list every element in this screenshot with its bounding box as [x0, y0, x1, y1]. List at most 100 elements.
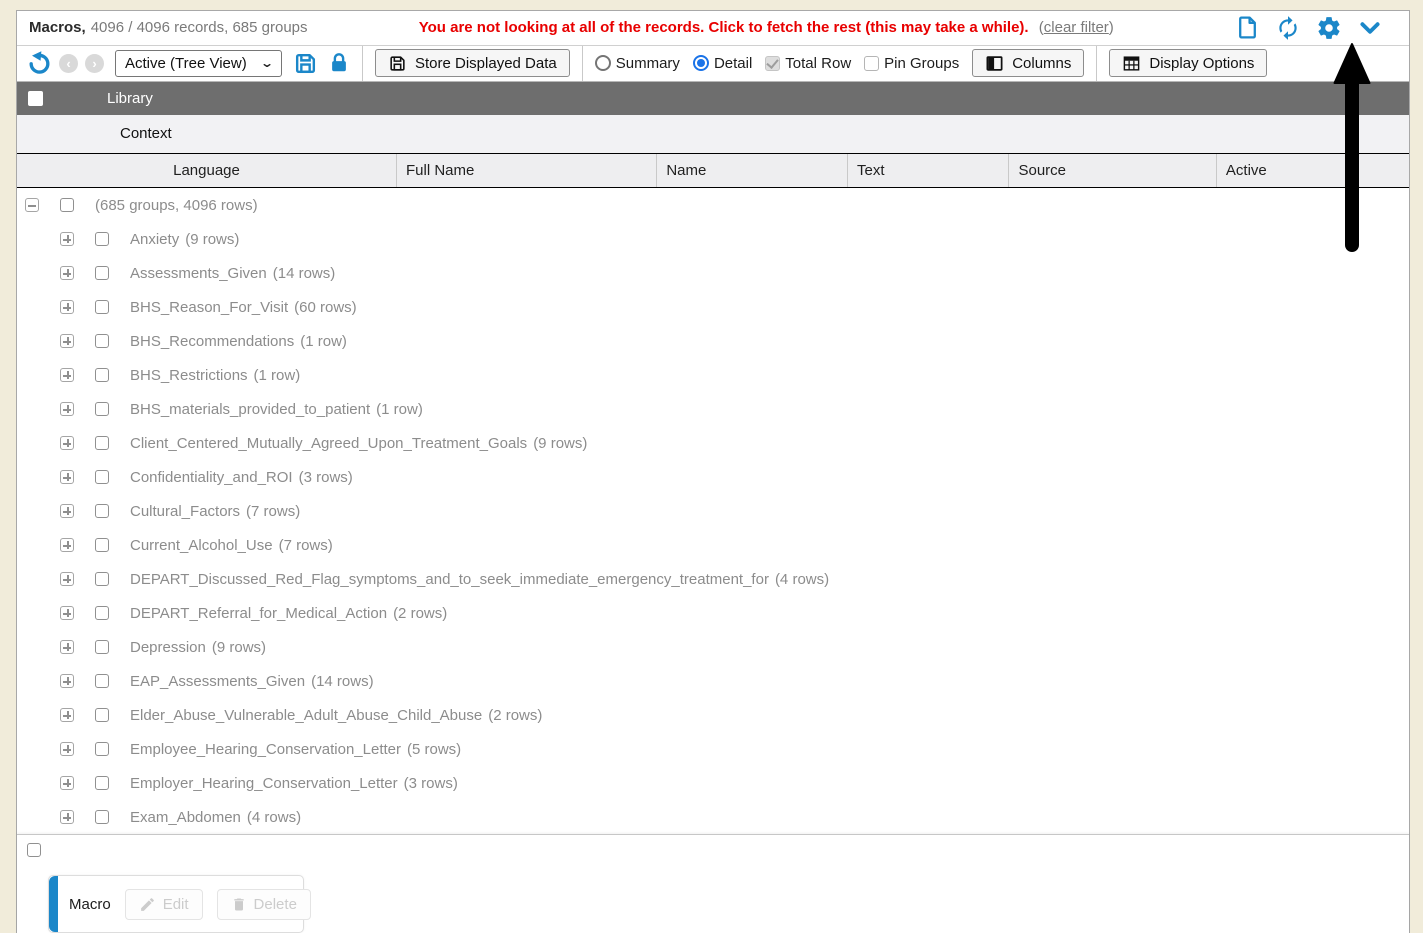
lock-icon[interactable] — [328, 51, 350, 75]
tree-group-row: Employee_Hearing_Conservation_Letter(5 r… — [17, 732, 1409, 766]
display-options-label: Display Options — [1149, 55, 1254, 72]
group-row-count: (3 rows) — [299, 469, 353, 486]
undo-icon[interactable] — [27, 51, 52, 76]
expand-plus-icon[interactable] — [60, 708, 74, 722]
row-checkbox[interactable] — [95, 538, 109, 552]
group-name: Depression — [130, 639, 206, 656]
row-checkbox[interactable] — [95, 776, 109, 790]
nav-back-icon[interactable]: ‹ — [59, 54, 78, 73]
expand-plus-icon[interactable] — [60, 742, 74, 756]
group-row-count: (2 rows) — [488, 707, 542, 724]
warning-area: You are not looking at all of the record… — [308, 19, 1225, 36]
row-checkbox[interactable] — [60, 198, 74, 212]
group-name: Exam_Abdomen — [130, 809, 241, 826]
refresh-icon[interactable] — [1275, 15, 1301, 41]
expand-plus-icon[interactable] — [60, 538, 74, 552]
fetch-rest-warning[interactable]: You are not looking at all of the record… — [419, 19, 1029, 36]
title-icon-group — [1235, 15, 1383, 41]
row-checkbox[interactable] — [95, 640, 109, 654]
expand-plus-icon[interactable] — [60, 232, 74, 246]
group-name: DEPART_Referral_for_Medical_Action — [130, 605, 387, 622]
summary-radio[interactable]: Summary — [595, 55, 680, 72]
row-checkbox[interactable] — [95, 470, 109, 484]
clear-filter-label[interactable]: clear filter — [1044, 19, 1109, 36]
nav-forward-icon[interactable]: › — [85, 54, 104, 73]
collapse-minus-icon[interactable] — [25, 198, 39, 212]
group-row-count: (1 row) — [254, 367, 301, 384]
column-header-source[interactable]: Source — [1009, 154, 1216, 187]
checkbox-unchecked-icon[interactable] — [864, 56, 879, 71]
group-row-count: (4 rows) — [775, 571, 829, 588]
macro-panel-label: Macro — [69, 896, 111, 913]
row-checkbox[interactable] — [95, 300, 109, 314]
expand-plus-icon[interactable] — [60, 334, 74, 348]
tree-group-row: Exam_Abdomen(4 rows) — [17, 800, 1409, 834]
group-row-count: (1 row) — [300, 333, 347, 350]
expand-plus-icon[interactable] — [60, 436, 74, 450]
view-select[interactable]: Active (Tree View) ⌄ — [115, 50, 282, 77]
detail-radio-label: Detail — [714, 55, 752, 72]
row-checkbox[interactable] — [95, 606, 109, 620]
expand-plus-icon[interactable] — [60, 470, 74, 484]
row-checkbox[interactable] — [95, 742, 109, 756]
edit-button[interactable]: Edit — [125, 889, 203, 920]
row-checkbox[interactable] — [95, 266, 109, 280]
row-checkbox[interactable] — [95, 368, 109, 382]
clear-filter-link[interactable]: (clear filter) — [1039, 19, 1114, 36]
column-header-language[interactable]: Language — [17, 154, 397, 187]
pin-groups-checkbox[interactable]: Pin Groups — [864, 55, 959, 72]
chevron-down-icon[interactable] — [1357, 15, 1383, 41]
checkbox-checked-disabled-icon[interactable] — [765, 56, 780, 71]
row-checkbox[interactable] — [95, 402, 109, 416]
radio-unchecked-icon[interactable] — [595, 55, 611, 71]
detail-radio[interactable]: Detail — [693, 55, 752, 72]
column-header-full-name[interactable]: Full Name — [397, 154, 657, 187]
store-displayed-data-button[interactable]: Store Displayed Data — [375, 49, 570, 77]
page-title: Macros, — [29, 19, 86, 36]
tree-group-row: Client_Centered_Mutually_Agreed_Upon_Tre… — [17, 426, 1409, 460]
group-name: Confidentiality_and_ROI — [130, 469, 293, 486]
save-icon[interactable] — [293, 51, 318, 76]
display-options-button[interactable]: Display Options — [1109, 49, 1267, 77]
expand-plus-icon[interactable] — [60, 572, 74, 586]
expand-plus-icon[interactable] — [60, 300, 74, 314]
expand-plus-icon[interactable] — [60, 606, 74, 620]
expand-plus-icon[interactable] — [60, 640, 74, 654]
group-name: Anxiety — [130, 231, 179, 248]
column-header-name[interactable]: Name — [657, 154, 848, 187]
expand-plus-icon[interactable] — [60, 266, 74, 280]
tree-group-row: Anxiety(9 rows) — [17, 222, 1409, 256]
expand-plus-icon[interactable] — [60, 402, 74, 416]
new-document-icon[interactable] — [1235, 15, 1260, 40]
pencil-icon — [139, 896, 156, 913]
expand-plus-icon[interactable] — [60, 674, 74, 688]
row-checkbox[interactable] — [95, 436, 109, 450]
tree-group-row: EAP_Assessments_Given(14 rows) — [17, 664, 1409, 698]
tree-group-row: Elder_Abuse_Vulnerable_Adult_Abuse_Child… — [17, 698, 1409, 732]
radio-checked-icon[interactable] — [693, 55, 709, 71]
settings-gear-icon[interactable] — [1316, 15, 1342, 41]
row-checkbox[interactable] — [95, 504, 109, 518]
column-header-text[interactable]: Text — [848, 154, 1009, 187]
expand-plus-icon[interactable] — [60, 776, 74, 790]
row-checkbox[interactable] — [95, 674, 109, 688]
row-checkbox[interactable] — [95, 334, 109, 348]
record-count-text: 4096 / 4096 records, 685 groups — [91, 19, 308, 36]
tree-group-row: BHS_Restrictions(1 row) — [17, 358, 1409, 392]
expand-plus-icon[interactable] — [60, 504, 74, 518]
row-checkbox[interactable] — [95, 572, 109, 586]
columns-button[interactable]: Columns — [972, 49, 1084, 77]
column-header-active[interactable]: Active — [1217, 154, 1409, 187]
footer-checkbox[interactable] — [27, 843, 41, 857]
expand-plus-icon[interactable] — [60, 368, 74, 382]
group-name: EAP_Assessments_Given — [130, 673, 305, 690]
group-name: Current_Alcohol_Use — [130, 537, 273, 554]
library-select-checkbox[interactable] — [28, 91, 43, 106]
delete-button[interactable]: Delete — [217, 889, 311, 920]
row-checkbox[interactable] — [95, 810, 109, 824]
total-row-checkbox[interactable]: Total Row — [765, 55, 851, 72]
row-checkbox[interactable] — [95, 708, 109, 722]
row-checkbox[interactable] — [95, 232, 109, 246]
macro-action-panel: Macro Edit Delete — [48, 875, 304, 933]
expand-plus-icon[interactable] — [60, 810, 74, 824]
